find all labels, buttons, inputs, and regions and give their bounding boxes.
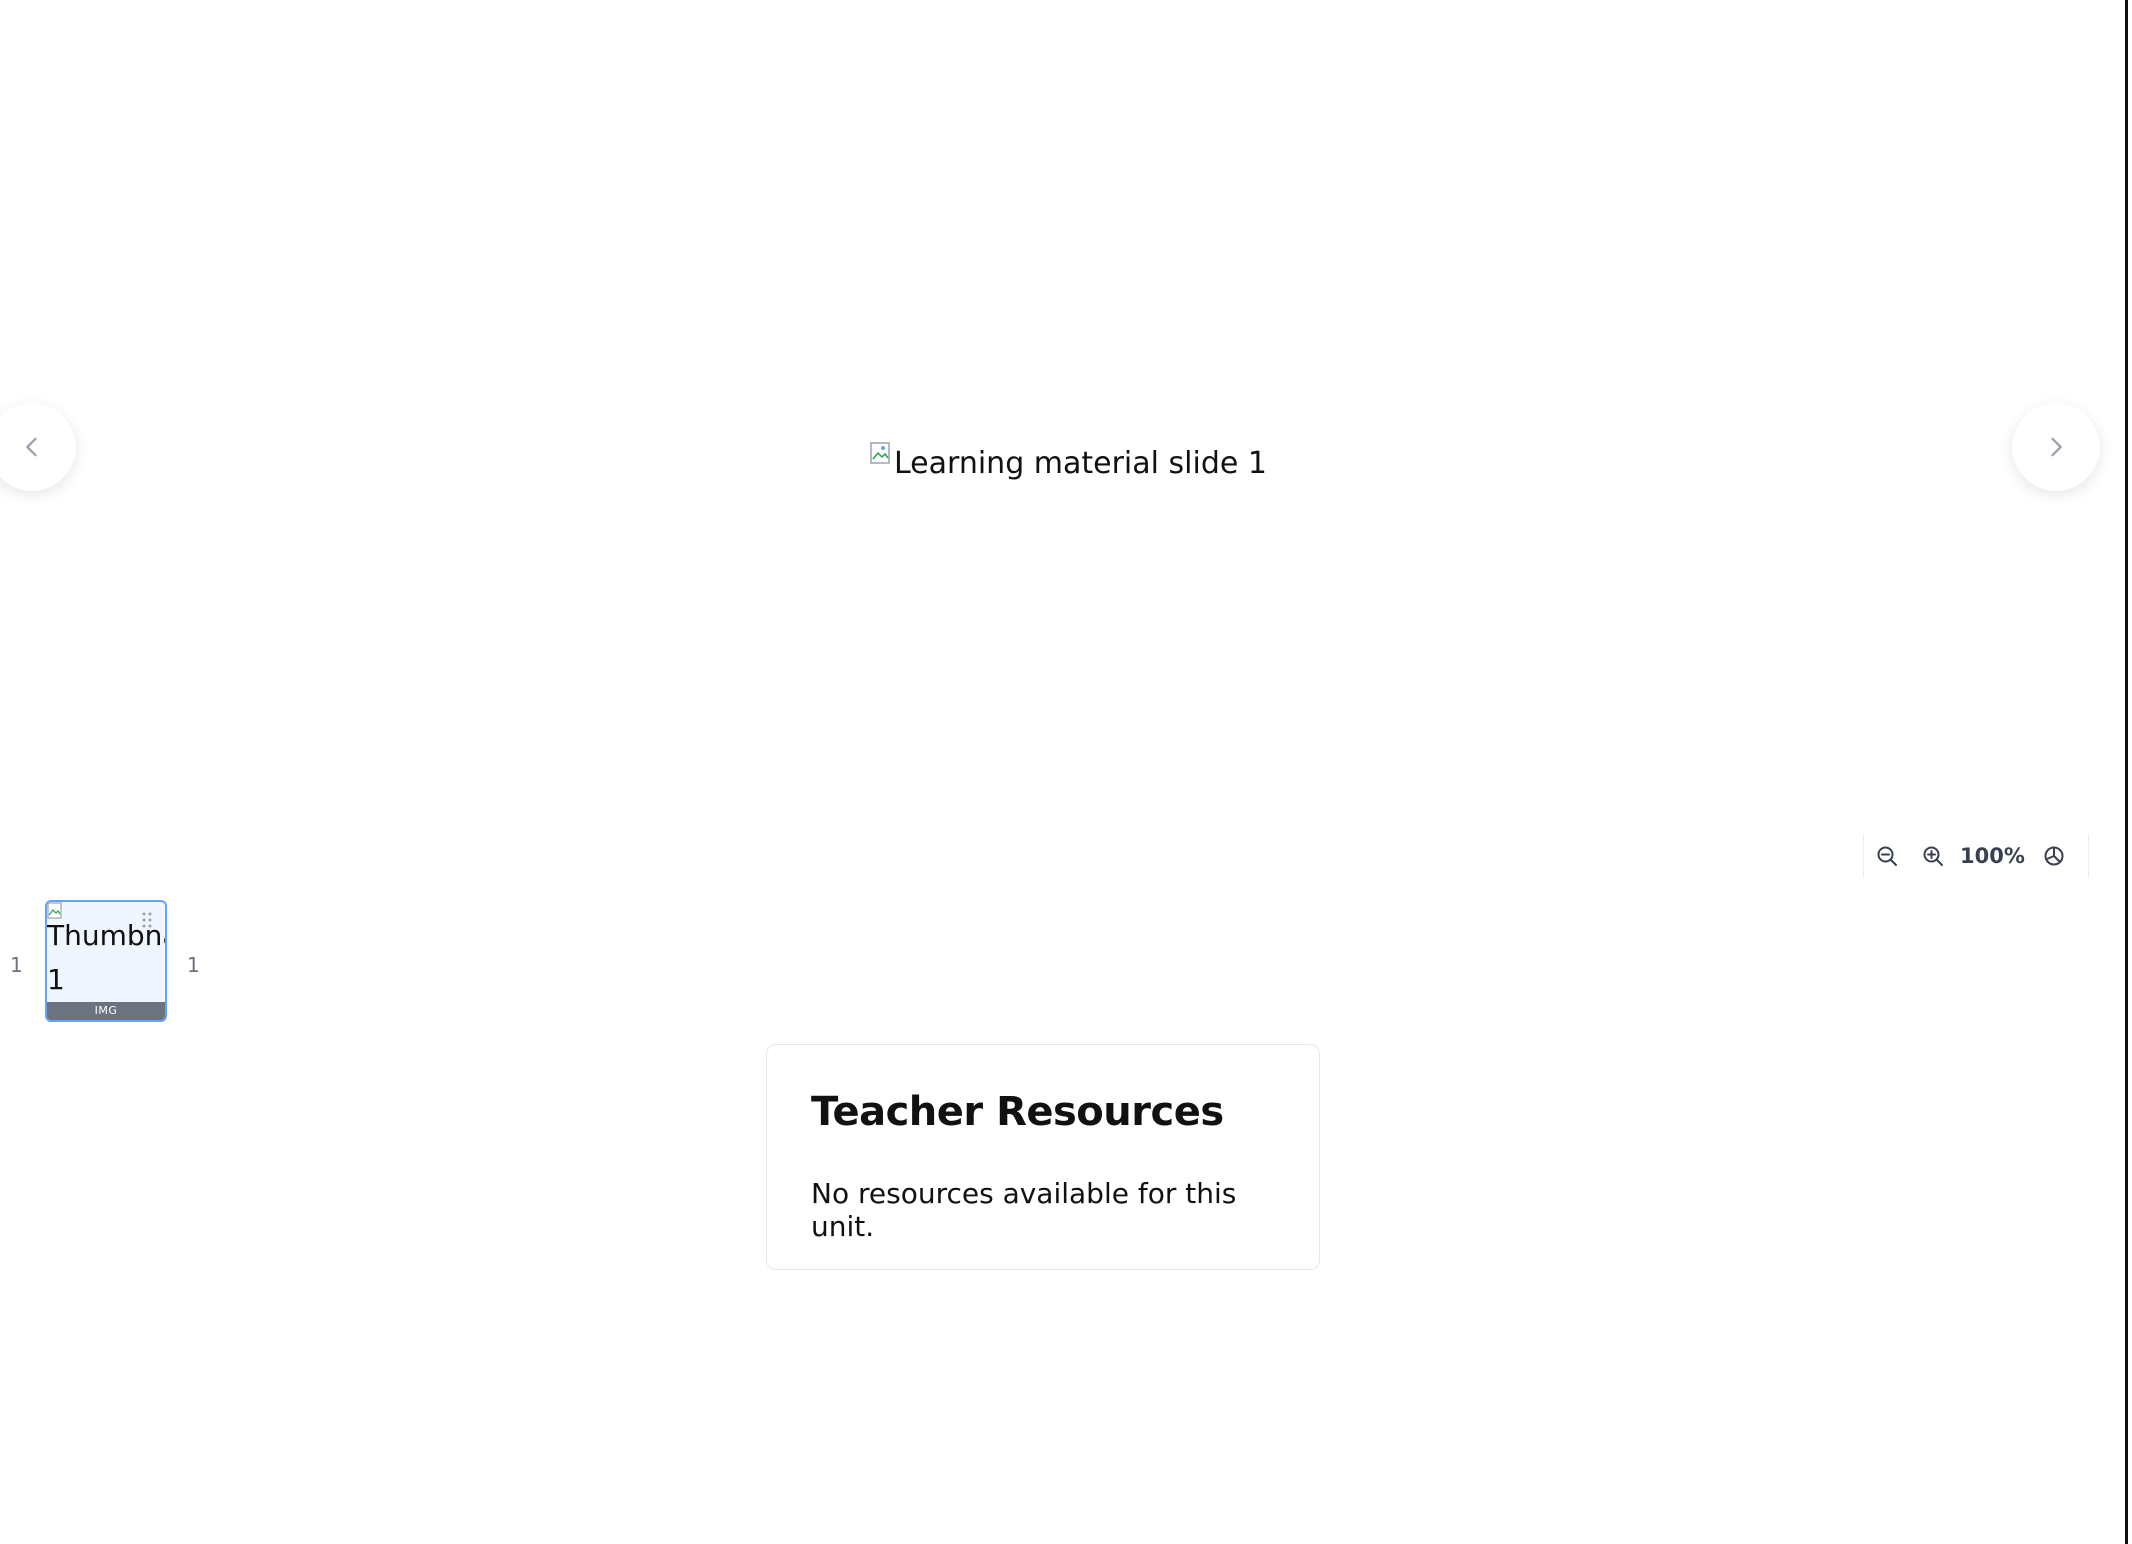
teacher-resources-card: Teacher Resources No resources available… [766,1044,1320,1270]
chevron-right-icon [2051,437,2062,457]
zoom-in-icon [1923,846,1943,866]
teacher-resources-empty-message: No resources available for this unit. [811,1177,1237,1243]
reset-zoom-icon [2044,846,2064,866]
broken-image-icon [870,441,890,464]
thumbnail-type-badge: IMG [47,1002,165,1020]
thumbnail-item[interactable]: Thumbna 1 IMG [45,900,167,1022]
slide-image: Learning material slide 1 [870,441,1267,481]
slide-image-alt-text: Learning material slide 1 [894,446,1267,481]
thumbnail-index-left: 1 [10,953,23,977]
drag-handle-icon[interactable] [140,910,154,930]
zoom-toolbar: 100% [1863,834,2089,878]
zoom-out-icon [1877,846,1897,866]
reset-zoom-button[interactable] [2031,834,2077,878]
chevron-left-icon [26,437,37,457]
zoom-in-button[interactable] [1910,834,1956,878]
teacher-resources-title: Teacher Resources [811,1089,1224,1135]
page: Learning material slide 1 100% 1 Thumbn … [0,0,2132,1544]
thumbnail-index-right: 1 [187,953,200,977]
previous-slide-button[interactable] [0,403,76,491]
window-edge-strip [2128,0,2132,1544]
next-slide-button[interactable] [2012,403,2100,491]
thumbnail-alt-number: 1 [47,963,65,996]
zoom-level-readout: 100% [1960,844,2025,868]
zoom-out-button[interactable] [1864,834,1910,878]
